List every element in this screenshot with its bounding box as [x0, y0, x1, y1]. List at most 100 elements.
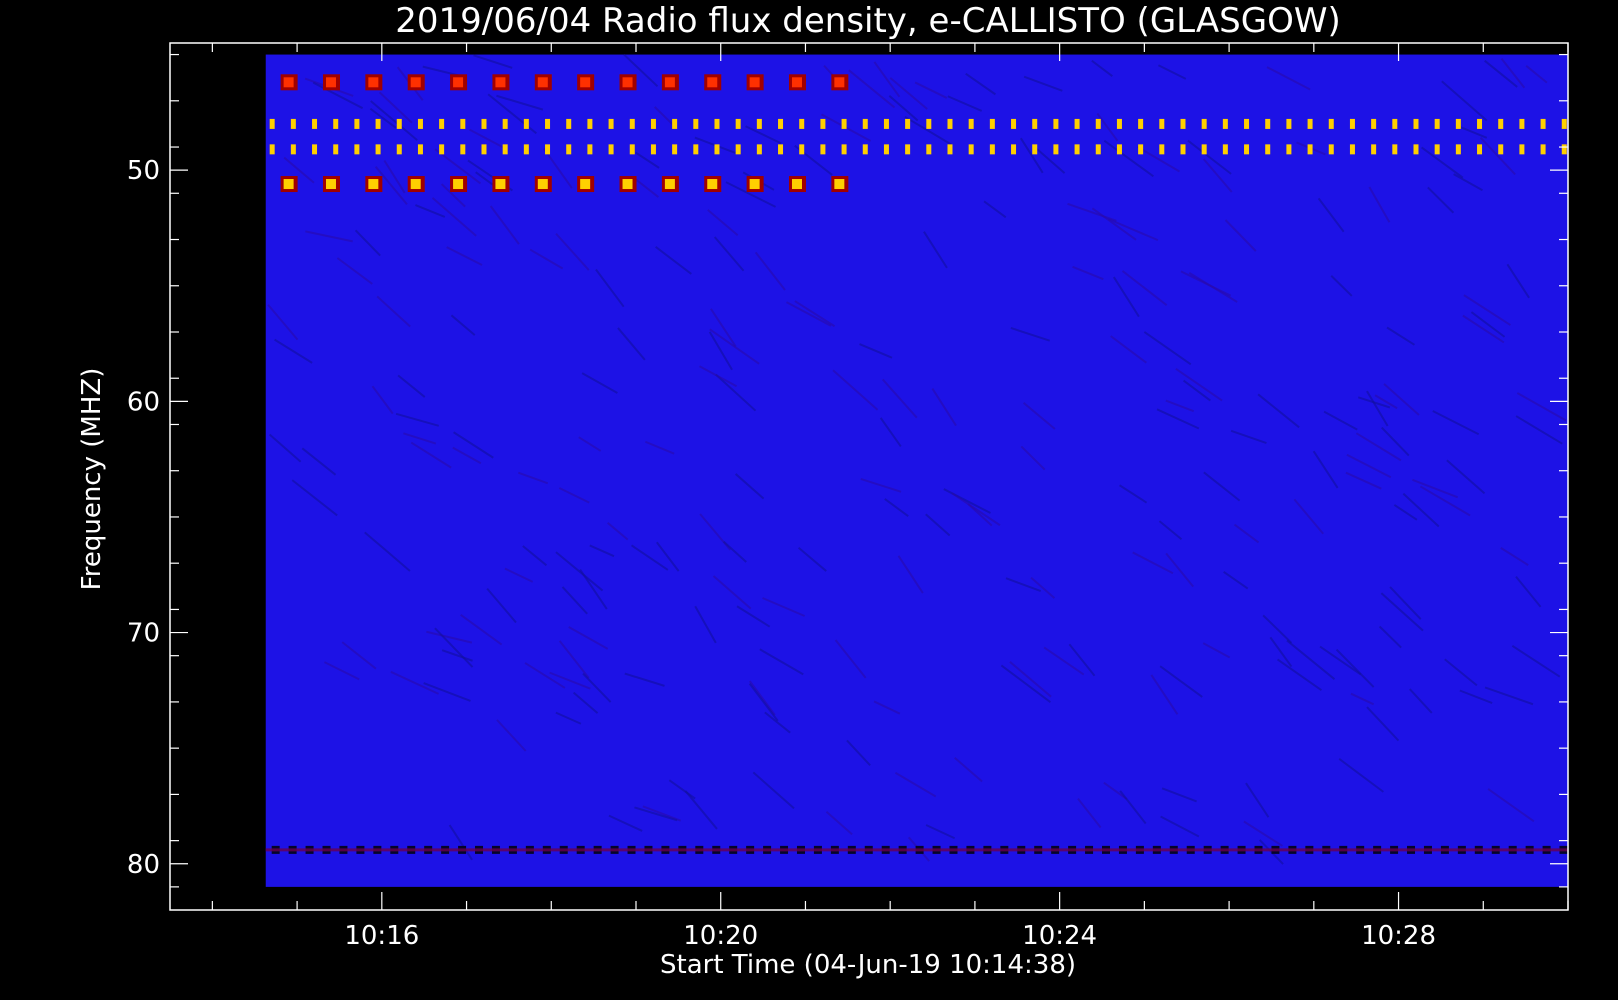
emission-mark — [1477, 144, 1483, 155]
emission-mark — [354, 118, 360, 129]
emission-mark — [439, 144, 445, 155]
emission-mark — [862, 144, 868, 155]
emission-mark — [1349, 118, 1355, 129]
emission-mark — [883, 144, 889, 155]
burst-core — [664, 179, 675, 190]
emission-mark — [841, 118, 847, 129]
y-tick-label: 60 — [127, 387, 160, 417]
emission-mark — [1201, 144, 1207, 155]
burst-core — [791, 179, 802, 190]
emission-mark — [502, 144, 508, 155]
emission-mark — [1138, 118, 1144, 129]
emission-mark — [756, 144, 762, 155]
emission-mark — [566, 118, 572, 129]
emission-mark — [333, 144, 339, 155]
emission-mark — [587, 118, 593, 129]
emission-mark — [820, 118, 826, 129]
chart-title: 2019/06/04 Radio flux density, e-CALLIST… — [395, 1, 1340, 41]
emission-mark — [693, 118, 699, 129]
emission-mark — [989, 144, 995, 155]
burst-core — [368, 77, 379, 88]
burst-core — [453, 179, 464, 190]
emission-mark — [1265, 144, 1271, 155]
y-tick-label: 50 — [127, 156, 160, 186]
emission-mark — [1286, 118, 1292, 129]
emission-mark — [1434, 144, 1440, 155]
y-tick-label: 80 — [127, 850, 160, 880]
emission-mark — [1116, 144, 1122, 155]
burst-core — [537, 77, 548, 88]
emission-mark — [883, 118, 889, 129]
emission-mark — [608, 144, 614, 155]
emission-mark — [417, 118, 423, 129]
emission-mark — [1307, 144, 1313, 155]
emission-mark — [1286, 144, 1292, 155]
emission-mark — [841, 144, 847, 155]
emission-mark — [778, 144, 784, 155]
emission-mark — [1498, 118, 1504, 129]
emission-mark — [1053, 144, 1059, 155]
burst-core — [749, 77, 760, 88]
emission-mark — [1159, 118, 1165, 129]
emission-mark — [587, 144, 593, 155]
emission-mark — [799, 118, 805, 129]
y-axis-label: Frequency (MHZ) — [77, 368, 107, 591]
emission-mark — [523, 144, 529, 155]
emission-mark — [650, 118, 656, 129]
burst-core — [410, 77, 421, 88]
emission-mark — [566, 144, 572, 155]
emission-mark — [1159, 144, 1165, 155]
emission-mark — [1413, 118, 1419, 129]
emission-mark — [926, 144, 932, 155]
emission-mark — [1519, 118, 1525, 129]
emission-mark — [968, 118, 974, 129]
emission-mark — [1116, 118, 1122, 129]
burst-core — [495, 77, 506, 88]
emission-mark — [947, 118, 953, 129]
emission-mark — [354, 144, 360, 155]
emission-mark — [1434, 118, 1440, 129]
emission-mark — [735, 118, 741, 129]
emission-mark — [1413, 144, 1419, 155]
emission-mark — [1180, 118, 1186, 129]
emission-mark — [481, 118, 487, 129]
emission-mark — [608, 118, 614, 129]
emission-mark — [1201, 118, 1207, 129]
emission-mark — [1011, 144, 1017, 155]
emission-mark — [1244, 144, 1250, 155]
emission-mark — [1477, 118, 1483, 129]
emission-mark — [545, 144, 551, 155]
emission-mark — [650, 144, 656, 155]
emission-mark — [735, 144, 741, 155]
emission-mark — [290, 144, 296, 155]
burst-core — [580, 77, 591, 88]
emission-mark — [290, 118, 296, 129]
spectrogram-chart: 2019/06/04 Radio flux density, e-CALLIST… — [77, 1, 1569, 980]
emission-mark — [1371, 118, 1377, 129]
emission-mark — [333, 118, 339, 129]
burst-core — [834, 179, 845, 190]
emission-mark — [460, 144, 466, 155]
emission-mark — [756, 118, 762, 129]
emission-mark — [1540, 144, 1546, 155]
emission-mark — [1328, 118, 1334, 129]
emission-mark — [629, 118, 635, 129]
emission-mark — [1074, 118, 1080, 129]
emission-mark — [799, 144, 805, 155]
burst-core — [622, 77, 633, 88]
emission-mark — [905, 144, 911, 155]
emission-mark — [396, 144, 402, 155]
emission-mark — [1328, 144, 1334, 155]
emission-mark — [1455, 144, 1461, 155]
emission-mark — [523, 118, 529, 129]
emission-mark — [1371, 144, 1377, 155]
emission-mark — [396, 118, 402, 129]
emission-mark — [1498, 144, 1504, 155]
emission-mark — [714, 118, 720, 129]
burst-core — [791, 77, 802, 88]
x-tick-label: 10:20 — [683, 921, 758, 951]
burst-core — [580, 179, 591, 190]
emission-mark — [1074, 144, 1080, 155]
burst-core — [283, 77, 294, 88]
emission-mark — [629, 144, 635, 155]
